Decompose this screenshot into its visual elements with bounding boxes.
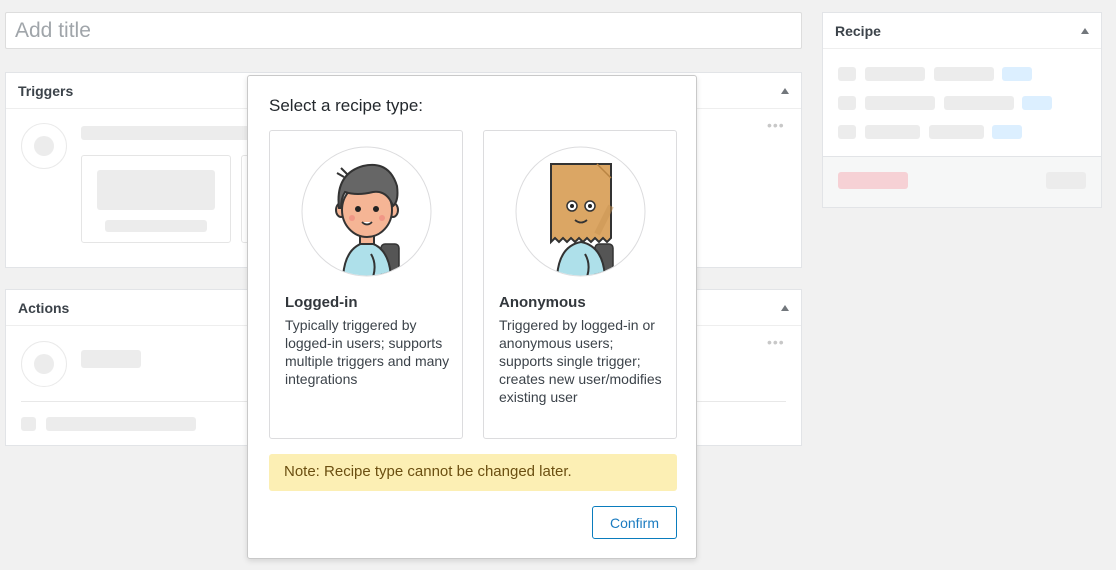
placeholder-bar	[865, 96, 935, 110]
placeholder-button	[1046, 172, 1086, 189]
option-description: Typically triggered by logged-in users; …	[285, 317, 450, 387]
placeholder-delete	[838, 172, 908, 189]
collapse-arrow-icon[interactable]	[781, 304, 789, 311]
placeholder-bar	[865, 125, 920, 139]
placeholder-circle	[21, 123, 67, 169]
option-description: Triggered by logged-in or anonymous user…	[499, 317, 662, 405]
placeholder-bar	[838, 125, 856, 139]
placeholder-bar	[929, 125, 984, 139]
option-title: Anonymous	[499, 294, 586, 311]
title-input[interactable]	[5, 12, 802, 49]
placeholder-checkbox	[21, 417, 36, 431]
placeholder-bar	[46, 417, 196, 431]
placeholder-bar	[838, 67, 856, 81]
option-title: Logged-in	[285, 294, 358, 311]
placeholder-bar	[934, 67, 994, 81]
paper-bag-avatar-icon	[515, 146, 646, 277]
user-avatar-icon	[301, 146, 432, 277]
placeholder-bar	[865, 67, 925, 81]
recipe-panel: Recipe	[822, 12, 1102, 208]
recipe-footer	[823, 156, 1101, 207]
more-options-icon[interactable]: •••	[767, 334, 785, 350]
recipe-heading: Recipe	[835, 22, 881, 39]
placeholder-bar	[81, 126, 251, 140]
more-options-icon[interactable]: •••	[767, 117, 785, 133]
placeholder-block	[97, 170, 215, 210]
placeholder-circle	[21, 341, 67, 387]
placeholder-bar	[81, 350, 141, 368]
actions-heading: Actions	[18, 299, 70, 316]
recipe-type-option-logged-in[interactable]: Logged-in Typically triggered by logged-…	[269, 130, 463, 439]
placeholder-bar	[944, 96, 1014, 110]
confirm-button[interactable]: Confirm	[592, 506, 677, 539]
warning-note: Note: Recipe type cannot be changed late…	[269, 454, 677, 491]
placeholder-bar	[838, 96, 856, 110]
placeholder-link	[1022, 96, 1052, 110]
collapse-arrow-icon[interactable]	[1081, 27, 1089, 34]
modal-title: Select a recipe type:	[269, 96, 424, 115]
placeholder-link	[992, 125, 1022, 139]
placeholder-card	[81, 155, 231, 243]
recipe-type-modal: Select a recipe type: Logged-in Typicall…	[247, 75, 697, 559]
recipe-type-option-anonymous[interactable]: Anonymous Triggered by logged-in or anon…	[483, 130, 677, 439]
placeholder-link	[1002, 67, 1032, 81]
triggers-heading: Triggers	[18, 82, 74, 99]
placeholder-bar	[105, 220, 207, 232]
collapse-arrow-icon[interactable]	[781, 87, 789, 94]
